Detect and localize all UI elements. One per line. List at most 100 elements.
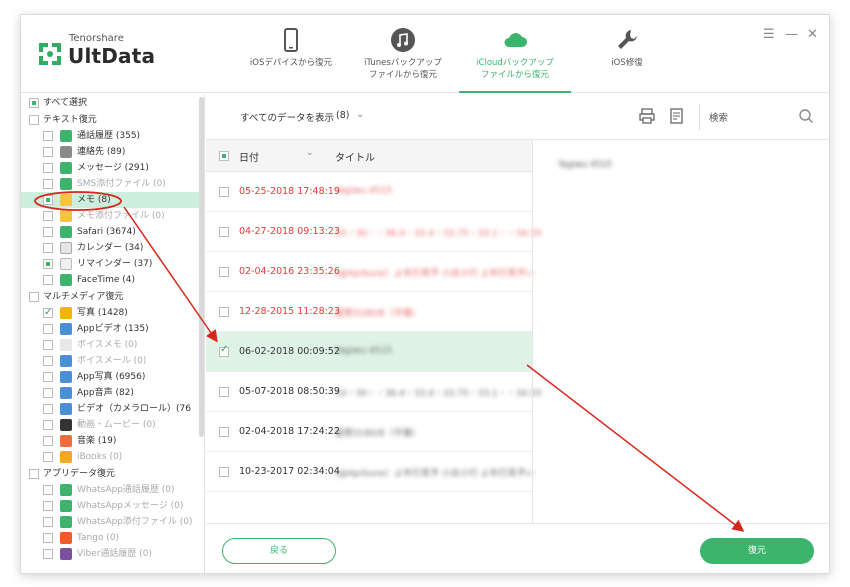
tab-ios-device[interactable]: iOSデバイスから復元 <box>235 23 347 93</box>
sidebar-item-movies[interactable]: 動画・ムービー (0) <box>21 417 201 433</box>
sidebar-item-contacts[interactable]: 連絡先 (89) <box>21 144 201 160</box>
sidebar-item-ibooks[interactable]: iBooks (0) <box>21 449 201 465</box>
item-checkbox[interactable] <box>43 243 53 253</box>
sidebar-item-camera-roll-video[interactable]: ビデオ（カメラロール）(76 <box>21 401 201 417</box>
sidebar-item-tango[interactable]: Tango (0) <box>21 530 201 546</box>
section-text-toggle[interactable] <box>29 115 39 125</box>
item-label: Safari (3674) <box>77 227 136 237</box>
sidebar-item-app-videos[interactable]: Appビデオ (135) <box>21 321 201 337</box>
item-checkbox[interactable] <box>43 452 53 462</box>
item-checkbox[interactable] <box>43 195 53 205</box>
sidebar-item-call-history[interactable]: 通話履歴 (355) <box>21 128 201 144</box>
tab-ios-repair[interactable]: iOS修復 <box>571 23 683 93</box>
menu-icon[interactable]: ☰ <box>763 27 775 42</box>
search-icon[interactable] <box>798 108 814 124</box>
item-checkbox[interactable] <box>43 517 53 527</box>
column-date[interactable]: 日付 <box>239 149 259 164</box>
item-checkbox[interactable] <box>43 404 53 414</box>
select-all-row[interactable]: すべて選択 <box>21 95 201 111</box>
item-checkbox[interactable] <box>43 356 53 366</box>
sidebar-item-voicemail[interactable]: ボイスメール (0) <box>21 353 201 369</box>
item-checkbox[interactable] <box>43 388 53 398</box>
chevron-down-icon[interactable]: ⌄ <box>356 109 364 120</box>
sidebar-item-reminders[interactable]: リマインダー (37) <box>21 256 201 272</box>
sidebar-item-app-audio[interactable]: App音声 (82) <box>21 385 201 401</box>
row-checkbox[interactable] <box>219 344 229 357</box>
item-checkbox[interactable] <box>43 147 53 157</box>
row-checkbox[interactable] <box>219 307 229 317</box>
app-header: Tenorshare UltData iOSデバイスから復元 iTunesバック… <box>21 15 829 93</box>
sidebar-item-facetime[interactable]: FaceTime (4) <box>21 272 201 288</box>
row-checkbox[interactable] <box>219 187 229 197</box>
printer-icon[interactable] <box>638 107 656 125</box>
section-media-toggle[interactable] <box>29 292 39 302</box>
back-button[interactable]: 戻る <box>222 538 336 564</box>
sidebar-item-safari[interactable]: Safari (3674) <box>21 224 201 240</box>
sidebar-item-whatsapp-messages[interactable]: WhatsAppメッセージ (0) <box>21 498 201 514</box>
sidebar-scrollbar[interactable] <box>199 97 204 437</box>
item-checkbox[interactable] <box>43 211 53 221</box>
item-checkbox[interactable] <box>43 131 53 141</box>
row-checkbox[interactable] <box>219 427 229 437</box>
list-item-selected[interactable]: 06-02-2018 00:09:52 Yagiwu 4515 <box>206 332 532 372</box>
list-item[interactable]: 02-04-2018 17:24:22 星照3180/8（平雅） <box>206 412 532 452</box>
list-item[interactable]: 04-27-2018 09:13:23 10・30・・36.4・33.4・33.… <box>206 212 542 252</box>
item-checkbox[interactable] <box>43 259 53 269</box>
list-item[interactable]: 12-28-2015 11:28:23 星照3180/8（平雅） <box>206 292 532 332</box>
item-checkbox[interactable] <box>43 485 53 495</box>
sidebar-item-voice-memos[interactable]: ボイスメモ (0) <box>21 337 201 353</box>
item-checkbox[interactable] <box>43 549 53 559</box>
tab-icloud-backup[interactable]: iCloudバックアップ ファイルから復元 <box>459 23 571 93</box>
row-checkbox[interactable] <box>219 467 229 477</box>
search-input[interactable]: 検索 <box>709 110 728 124</box>
column-title[interactable]: タイトル <box>335 149 375 164</box>
sidebar-item-notes-attachments[interactable]: メモ添付ファイル (0) <box>21 208 201 224</box>
row-checkbox[interactable] <box>219 227 229 237</box>
sidebar-item-messages[interactable]: メッセージ (291) <box>21 160 201 176</box>
list-item[interactable]: 05-07-2018 08:50:39 10・30・・36.4・33.4・33.… <box>206 372 542 412</box>
item-checkbox[interactable] <box>43 501 53 511</box>
sidebar-item-sms-attachments[interactable]: SMS添付ファイル (0) <box>21 176 201 192</box>
sidebar-item-notes[interactable]: メモ (8) <box>21 192 201 208</box>
item-checkbox[interactable] <box>43 436 53 446</box>
row-date: 06-02-2018 00:09:52 <box>239 346 340 357</box>
sidebar-item-viber-calls[interactable]: Viber通話履歴 (0) <box>21 546 201 562</box>
item-checkbox[interactable] <box>43 533 53 543</box>
row-checkbox[interactable] <box>219 387 229 397</box>
row-checkbox[interactable] <box>219 267 229 277</box>
section-text-label: テキスト復元 <box>43 115 97 125</box>
select-all-checkbox[interactable] <box>29 98 39 108</box>
item-checkbox[interactable] <box>43 340 53 350</box>
item-checkbox[interactable] <box>43 179 53 189</box>
list-item[interactable]: 10-23-2017 02:34:04 (@Aprkune）よ年打見予 小去小行… <box>206 452 535 492</box>
section-app[interactable]: アプリデータ復元 <box>21 466 201 482</box>
item-checkbox[interactable] <box>43 227 53 237</box>
sidebar-item-whatsapp-calls[interactable]: WhatsApp通話履歴 (0) <box>21 482 201 498</box>
close-button[interactable]: ✕ <box>807 27 818 42</box>
list-select-all-checkbox[interactable] <box>219 151 229 161</box>
item-checkbox[interactable] <box>43 372 53 382</box>
filter-dropdown[interactable]: すべてのデータを表示 <box>240 110 334 124</box>
export-icon[interactable] <box>668 107 686 125</box>
video-icon <box>60 403 72 415</box>
sidebar-item-music[interactable]: 音楽 (19) <box>21 433 201 449</box>
list-item[interactable]: 02-04-2016 23:35:26 (@Aprkune）よ年打見予 小去小行… <box>206 252 535 292</box>
item-checkbox[interactable] <box>43 324 53 334</box>
sidebar-item-photos[interactable]: 写真 (1428) <box>21 305 201 321</box>
sidebar-item-app-photos[interactable]: App写真 (6956) <box>21 369 201 385</box>
item-checkbox[interactable] <box>43 275 53 285</box>
section-media[interactable]: マルチメディア復元 <box>21 289 201 305</box>
section-app-toggle[interactable] <box>29 469 39 479</box>
item-checkbox[interactable] <box>43 163 53 173</box>
recover-button[interactable]: 復元 <box>700 538 814 564</box>
section-text[interactable]: テキスト復元 <box>21 112 201 128</box>
app-photo-icon <box>60 371 72 383</box>
sidebar-item-calendar[interactable]: カレンダー (34) <box>21 240 201 256</box>
sort-chevron-icon[interactable]: ⌄ <box>306 148 314 158</box>
tab-itunes-backup[interactable]: iTunesバックアップ ファイルから復元 <box>347 23 459 93</box>
minimize-button[interactable]: — <box>785 27 798 42</box>
item-checkbox[interactable] <box>43 420 53 430</box>
item-checkbox[interactable] <box>43 305 53 321</box>
sidebar-item-whatsapp-attachments[interactable]: WhatsApp添付ファイル (0) <box>21 514 201 530</box>
list-item[interactable]: 05-25-2018 17:48:19 Yagiwu 4515 <box>206 172 532 212</box>
